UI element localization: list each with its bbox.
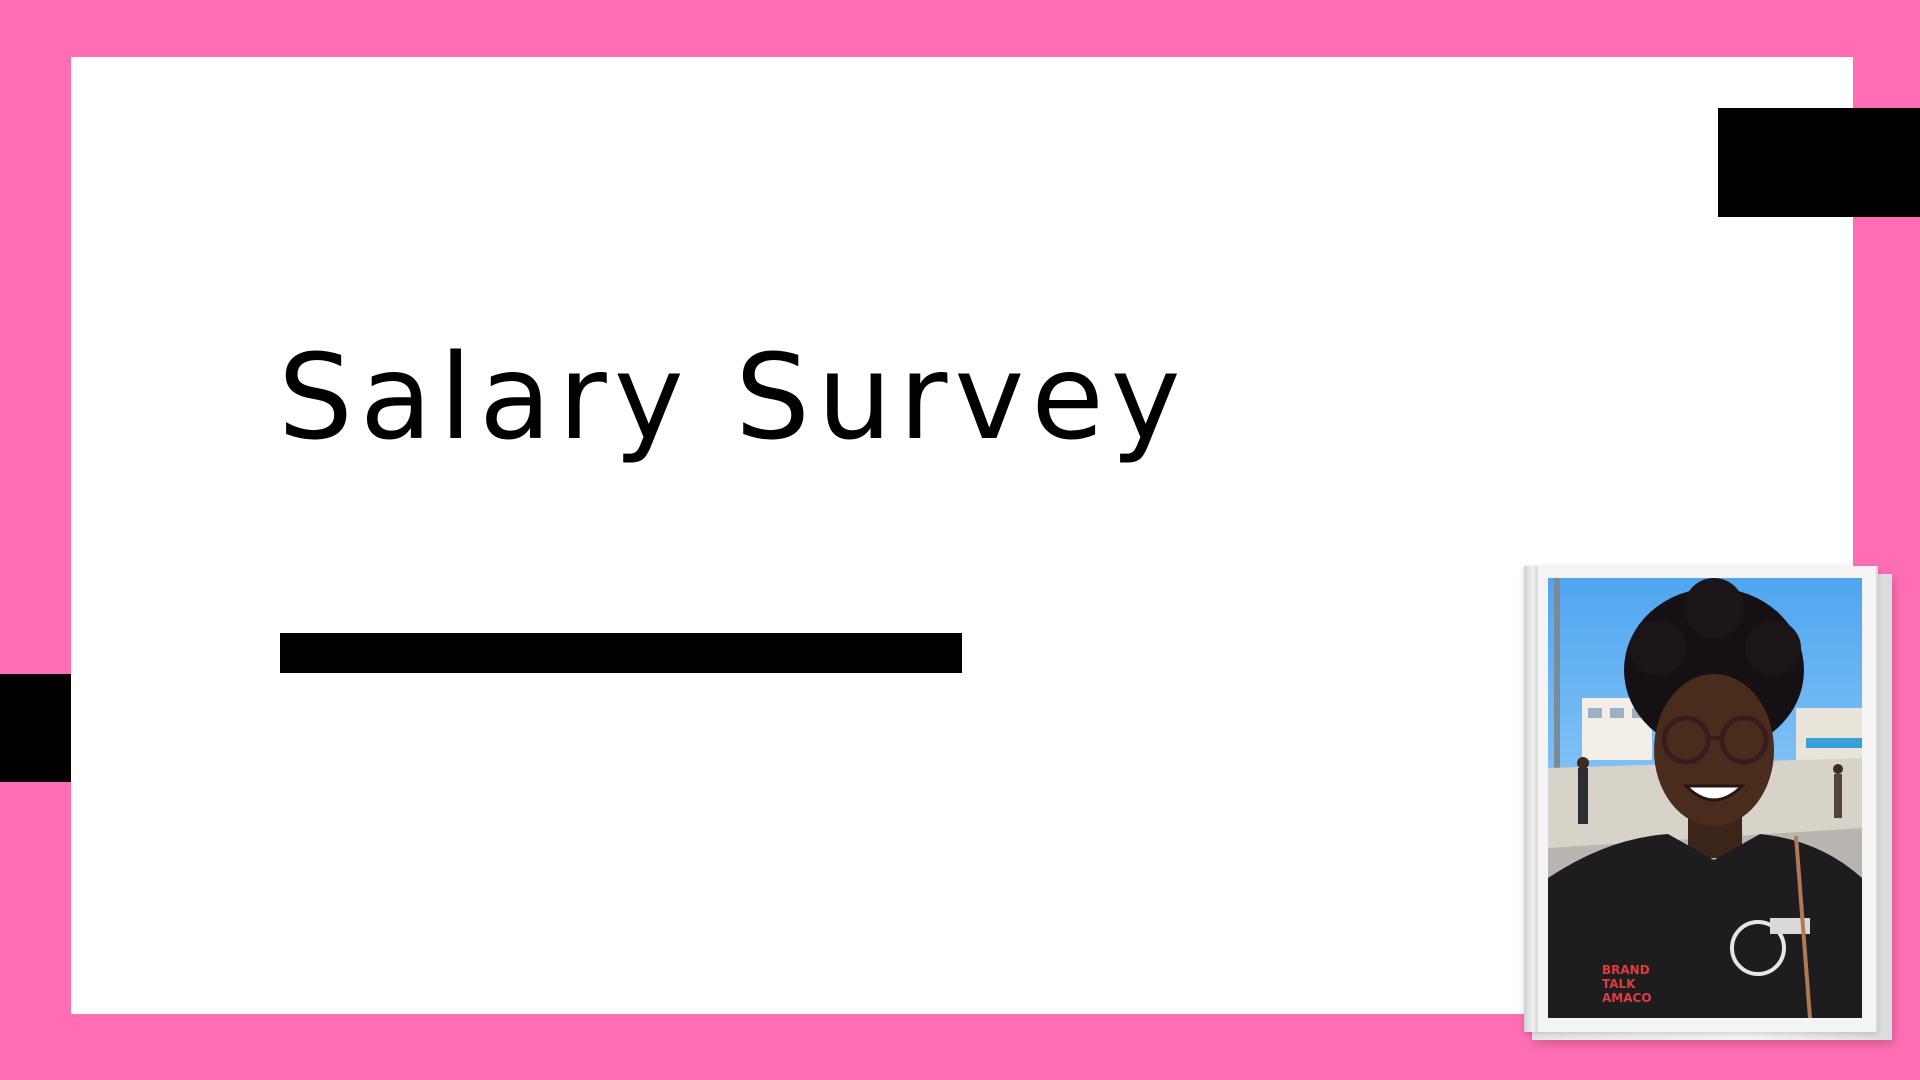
portrait-photo: BRAND TALK AMACO xyxy=(1548,578,1862,1018)
title-underline-bar xyxy=(280,633,962,673)
left-accent-block xyxy=(0,674,71,782)
slide-title: Salary Survey xyxy=(278,328,1188,466)
book-spine xyxy=(1524,566,1538,1032)
shirt-print-text: AMACO xyxy=(1602,991,1652,1005)
top-right-accent-block xyxy=(1718,108,1920,217)
portrait-illustration: BRAND TALK AMACO xyxy=(1548,578,1862,1018)
shirt-print-text: BRAND xyxy=(1602,963,1650,977)
photo-book-mockup: BRAND TALK AMACO xyxy=(1524,566,1892,1040)
title-slide: Salary Survey BRAND TALK AMACO xyxy=(0,0,1920,1080)
shirt-print-text: TALK xyxy=(1602,977,1636,991)
